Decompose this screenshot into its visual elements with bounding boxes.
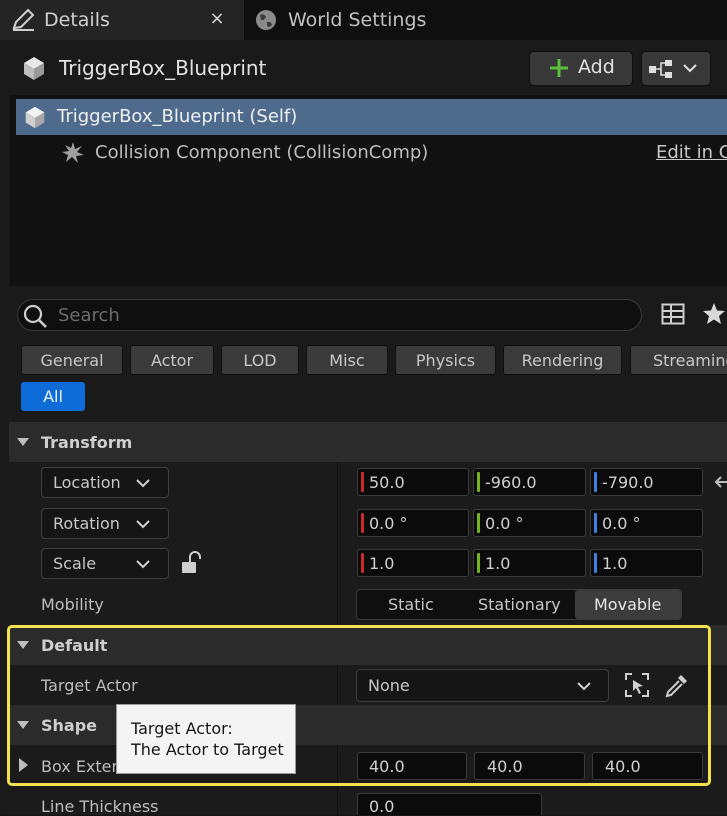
chevron-down-icon (682, 61, 698, 75)
hierarchy-icon (648, 58, 674, 80)
z-axis-marker (594, 472, 597, 492)
scale-y-value: 1.0 (485, 554, 511, 573)
triangle-down-icon (16, 436, 30, 448)
highlight-frame (7, 625, 711, 786)
plus-icon (549, 58, 569, 78)
globe-icon (255, 9, 277, 31)
tree-row-self-label: TriggerBox_Blueprint (Self) (57, 106, 298, 127)
rotation-y-value: 0.0 ° (485, 514, 524, 533)
actor-icon (22, 104, 48, 130)
filter-lod[interactable]: LOD (221, 345, 299, 375)
tooltip-title: Target Actor: (131, 719, 233, 738)
unlock-icon[interactable] (180, 551, 202, 575)
collision-component-icon (60, 140, 86, 166)
filter-streaming[interactable]: Streaming (630, 345, 727, 375)
column-divider (337, 462, 338, 625)
scale-x-value: 1.0 (369, 554, 395, 573)
line-thickness-value: 0.0 (369, 797, 395, 816)
filter-general[interactable]: General (21, 345, 123, 375)
location-label: Location (53, 473, 121, 492)
filter-misc[interactable]: Misc (306, 345, 388, 375)
tree-row-collision-component[interactable]: Collision Component (CollisionComp) (95, 142, 428, 163)
line-thickness-label: Line Thickness (41, 797, 159, 816)
star-icon[interactable] (702, 302, 727, 326)
y-axis-marker (477, 513, 480, 533)
rotation-z-value: 0.0 ° (602, 514, 641, 533)
scale-z-value: 1.0 (602, 554, 628, 573)
chevron-down-icon (135, 557, 151, 571)
actor-icon (20, 54, 48, 82)
scale-label: Scale (53, 554, 97, 573)
mobility-option-stationary[interactable]: Stationary (478, 595, 561, 614)
z-axis-marker (594, 513, 597, 533)
location-y-value: -960.0 (485, 473, 537, 492)
x-axis-marker (361, 472, 364, 492)
category-transform-title: Transform (41, 433, 133, 452)
filter-rendering[interactable]: Rendering (503, 345, 622, 375)
chevron-down-icon (135, 517, 151, 531)
location-z-value: -790.0 (602, 473, 654, 492)
filter-physics[interactable]: Physics (395, 345, 496, 375)
actor-name: TriggerBox_Blueprint (59, 56, 267, 80)
search-icon (22, 303, 48, 329)
location-x-value: 50.0 (369, 473, 405, 492)
add-button-label: Add (578, 56, 615, 78)
pencil-icon (10, 8, 36, 32)
mobility-label: Mobility (41, 595, 104, 614)
tab-world-settings[interactable]: World Settings (288, 9, 426, 31)
tooltip (116, 704, 296, 774)
reset-arrow-icon[interactable] (714, 475, 727, 489)
table-view-icon[interactable] (661, 303, 685, 325)
mobility-option-static[interactable]: Static (388, 595, 434, 614)
close-tab-icon[interactable]: × (206, 7, 228, 31)
edit-in-cpp-link[interactable]: Edit in C (656, 142, 727, 163)
chevron-down-icon (135, 476, 151, 490)
filter-actor[interactable]: Actor (130, 345, 214, 375)
x-axis-marker (361, 553, 364, 573)
y-axis-marker (477, 553, 480, 573)
z-axis-marker (594, 553, 597, 573)
y-axis-marker (477, 472, 480, 492)
rotation-label: Rotation (53, 514, 120, 533)
mobility-option-movable[interactable]: Movable (594, 595, 661, 614)
tooltip-description: The Actor to Target (131, 740, 284, 759)
search-input[interactable] (58, 302, 618, 328)
x-axis-marker (361, 513, 364, 533)
filter-all[interactable]: All (21, 382, 85, 411)
tab-details-label: Details (44, 9, 110, 31)
rotation-x-value: 0.0 ° (369, 514, 408, 533)
